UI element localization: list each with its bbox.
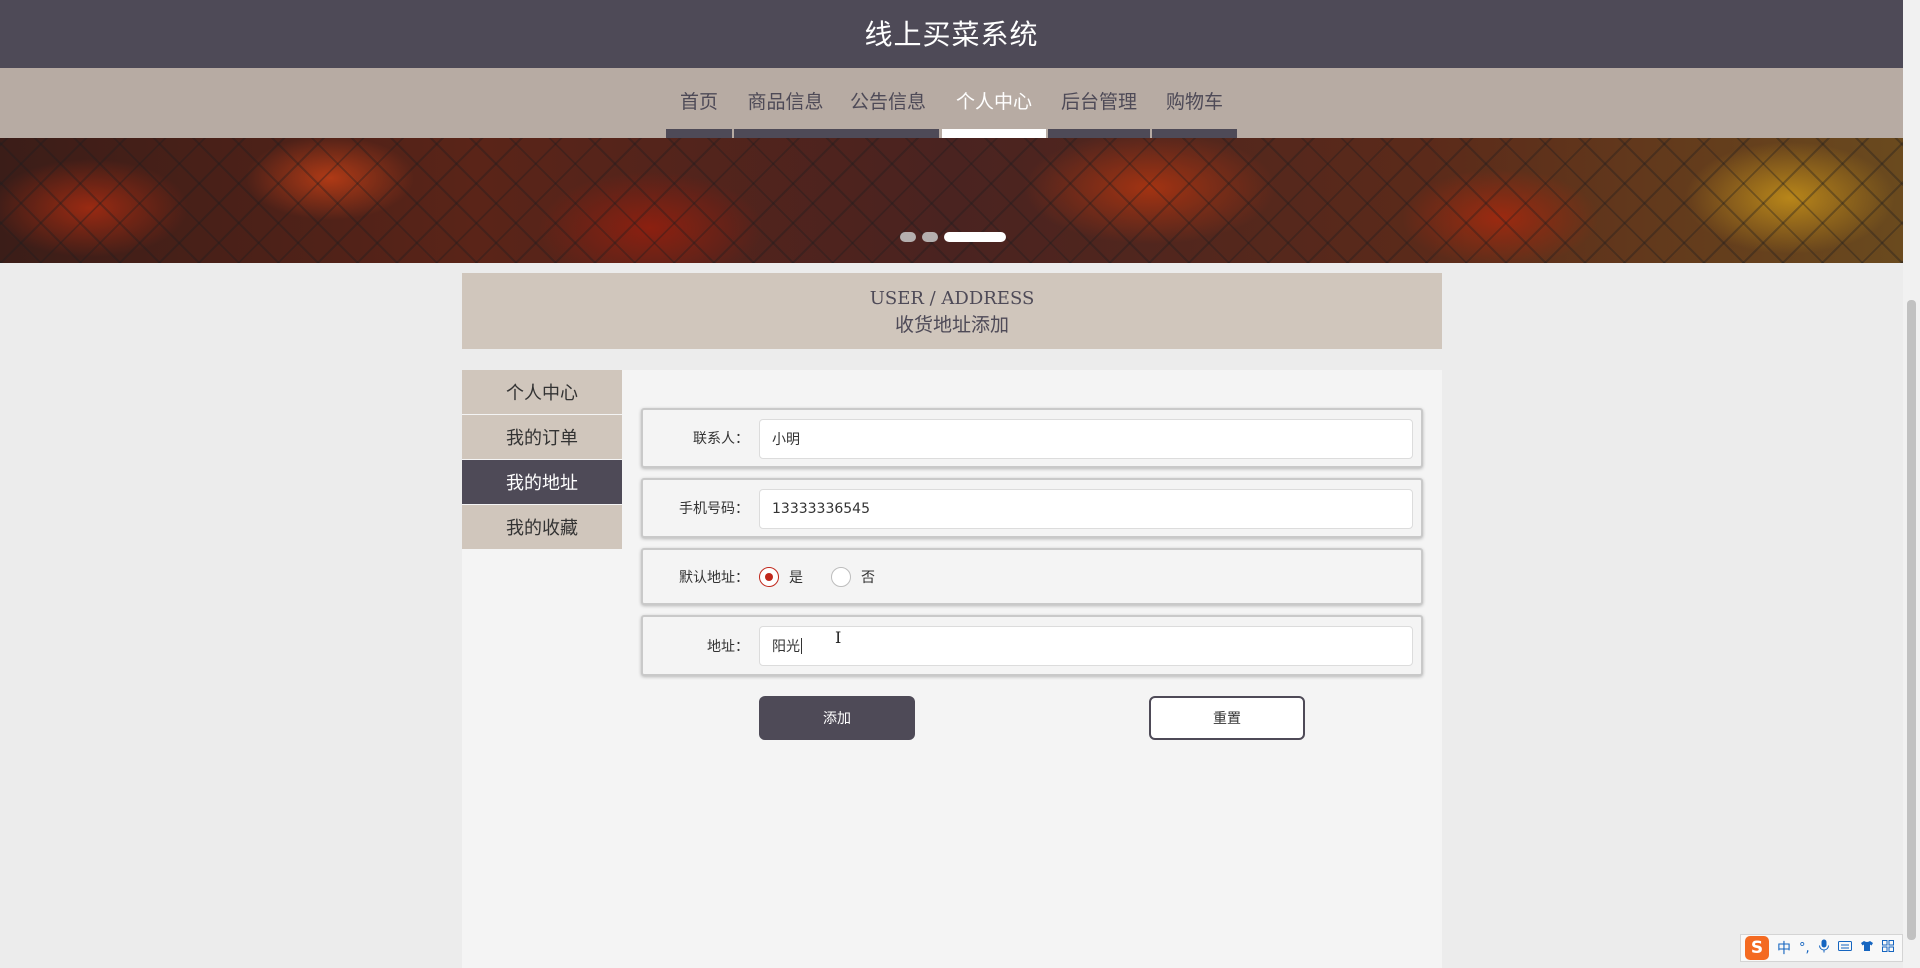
- text-caret: [801, 638, 802, 654]
- nav-item-label: 个人中心: [955, 90, 1032, 113]
- radio-checked-icon[interactable]: [759, 566, 779, 587]
- section-title-cn: 收货地址添加: [894, 314, 1009, 336]
- form-row-default-address: 默认地址： 是 否: [641, 548, 1423, 605]
- nav-item-underline: [1152, 129, 1237, 138]
- text-cursor-icon: I: [835, 628, 842, 647]
- radio-no[interactable]: 否: [831, 566, 875, 587]
- scrollbar-thumb[interactable]: [1907, 300, 1916, 940]
- carousel-dot-3[interactable]: [944, 232, 1006, 242]
- banner-image: [0, 138, 1903, 263]
- address-input[interactable]: 阳光: [759, 626, 1413, 666]
- radio-no-label: 否: [861, 569, 875, 586]
- ime-logo-icon[interactable]: S: [1745, 936, 1769, 960]
- page-scrollbar[interactable]: [1903, 0, 1920, 968]
- nav-item-underline: [734, 129, 837, 138]
- radio-yes-label: 是: [789, 569, 803, 586]
- nav-item-label: 首页: [679, 90, 718, 113]
- contact-input[interactable]: 小明: [759, 419, 1413, 459]
- banner-carousel: [0, 138, 1903, 263]
- address-label: 地址：: [707, 638, 749, 655]
- nav-item-announcements[interactable]: 公告信息: [837, 68, 939, 138]
- address-input-value: 阳光: [772, 639, 800, 655]
- nav-item-label: 商品信息: [747, 90, 824, 113]
- nav-item-personal-center[interactable]: 个人中心: [942, 68, 1046, 138]
- section-title: USER / ADDRESS 收货地址添加: [462, 273, 1442, 349]
- nav-item-cart[interactable]: 购物车: [1152, 68, 1237, 138]
- contact-label: 联系人：: [693, 431, 749, 447]
- carousel-indicators: [900, 232, 1006, 242]
- nav-item-admin[interactable]: 后台管理: [1048, 68, 1150, 138]
- nav-item-underline: [837, 129, 939, 138]
- phone-input[interactable]: 13333336545: [759, 489, 1413, 529]
- apps-icon[interactable]: [1881, 940, 1894, 956]
- ime-toolbar[interactable]: S 中 °,: [1740, 934, 1903, 962]
- nav-item-label: 后台管理: [1060, 90, 1137, 113]
- nav-item-underline: [1048, 129, 1150, 138]
- microphone-icon[interactable]: [1818, 939, 1830, 957]
- form-row-phone: 手机号码： 13333336545: [641, 478, 1423, 538]
- radio-yes[interactable]: 是: [759, 566, 803, 587]
- side-menu-item-my-address[interactable]: 我的地址: [462, 460, 622, 504]
- side-menu-item-personal-center[interactable]: 个人中心: [462, 370, 622, 414]
- form-row-contact: 联系人： 小明: [641, 408, 1423, 468]
- nav-item-underline: [942, 129, 1046, 138]
- form-row-address: 地址： 阳光: [641, 615, 1423, 676]
- default-address-label: 默认地址：: [679, 569, 749, 586]
- side-menu: 个人中心 我的订单 我的地址 我的收藏: [462, 370, 622, 550]
- site-title: 线上买菜系统: [864, 17, 1039, 51]
- keyboard-icon[interactable]: [1837, 940, 1852, 956]
- page: 线上买菜系统 首页 商品信息 公告信息 个人中心 后台管理 购物车 USER /…: [0, 0, 1920, 968]
- phone-label: 手机号码：: [679, 501, 749, 517]
- side-menu-item-my-orders[interactable]: 我的订单: [462, 415, 622, 459]
- nav-item-underline: [666, 129, 732, 138]
- radio-unchecked-icon[interactable]: [831, 566, 851, 587]
- nav-item-label: 公告信息: [849, 90, 926, 113]
- carousel-dot-1[interactable]: [900, 232, 916, 242]
- content-panel: 个人中心 我的订单 我的地址 我的收藏 联系人： 小明 手机号码： 133333…: [462, 370, 1442, 968]
- side-menu-item-my-favorites[interactable]: 我的收藏: [462, 505, 622, 549]
- default-address-radio-group: 是 否: [759, 550, 875, 603]
- site-header: 线上买菜系统: [0, 0, 1903, 68]
- ime-punctuation-toggle[interactable]: °,: [1799, 941, 1810, 956]
- carousel-dot-2[interactable]: [922, 232, 938, 242]
- reset-button[interactable]: 重置: [1149, 696, 1305, 740]
- nav-item-home[interactable]: 首页: [666, 68, 732, 138]
- main-nav: 首页 商品信息 公告信息 个人中心 后台管理 购物车: [0, 68, 1903, 138]
- nav-item-label: 购物车: [1165, 90, 1223, 113]
- ime-mode-toggle[interactable]: 中: [1777, 938, 1791, 958]
- section-title-en: USER / ADDRESS: [869, 288, 1035, 309]
- add-button[interactable]: 添加: [759, 696, 915, 740]
- nav-item-products[interactable]: 商品信息: [734, 68, 837, 138]
- skin-icon[interactable]: [1860, 940, 1874, 956]
